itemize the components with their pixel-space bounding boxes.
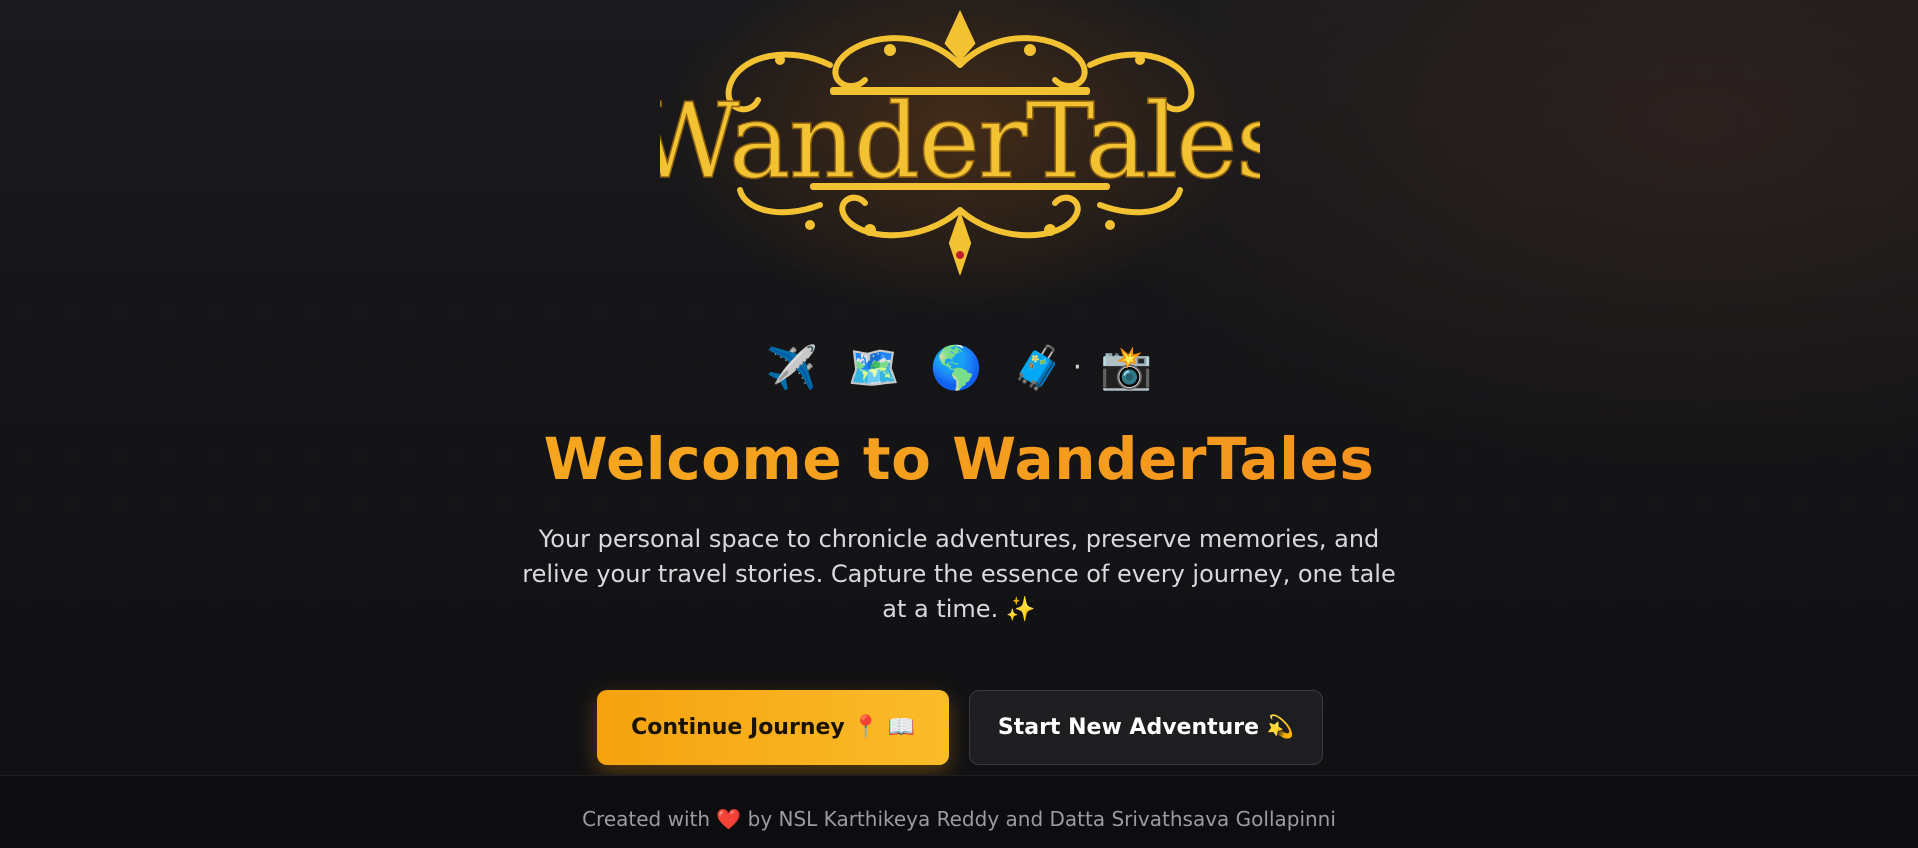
wandertales-logo: WanderTales [640,0,1280,280]
dot-separator: · [1072,350,1083,385]
logo-svg: WanderTales [660,9,1260,275]
airplane-icon: ✈️ [765,343,818,392]
page-title: Welcome to WanderTales [0,425,1918,493]
continue-journey-button[interactable]: Continue Journey 📍 📖 [597,690,949,765]
globe-icon: 🌎 [930,343,983,392]
logo-wordmark: WanderTales [660,80,1260,202]
luggage-icon: 🧳 [1012,343,1065,392]
continue-journey-label: Continue Journey 📍 📖 [631,715,915,740]
travel-emoji-row: ✈️ 🗺️ 🌎 🧳 · 📸 [0,340,1918,396]
start-new-adventure-label: Start New Adventure 💫 [997,715,1295,740]
landing-page: WanderTales ✈️ 🗺️ 🌎 🧳 · 📸 Welcome to Wan… [0,0,1918,848]
start-new-adventure-button[interactable]: Start New Adventure 💫 [969,690,1323,765]
hero-subtitle: Your personal space to chronicle adventu… [522,525,1396,623]
map-icon: 🗺️ [847,343,901,392]
camera-icon: 📸 [1100,343,1153,392]
footer-credits: Created with ❤️ by NSL Karthikeya Reddy … [582,807,1336,831]
